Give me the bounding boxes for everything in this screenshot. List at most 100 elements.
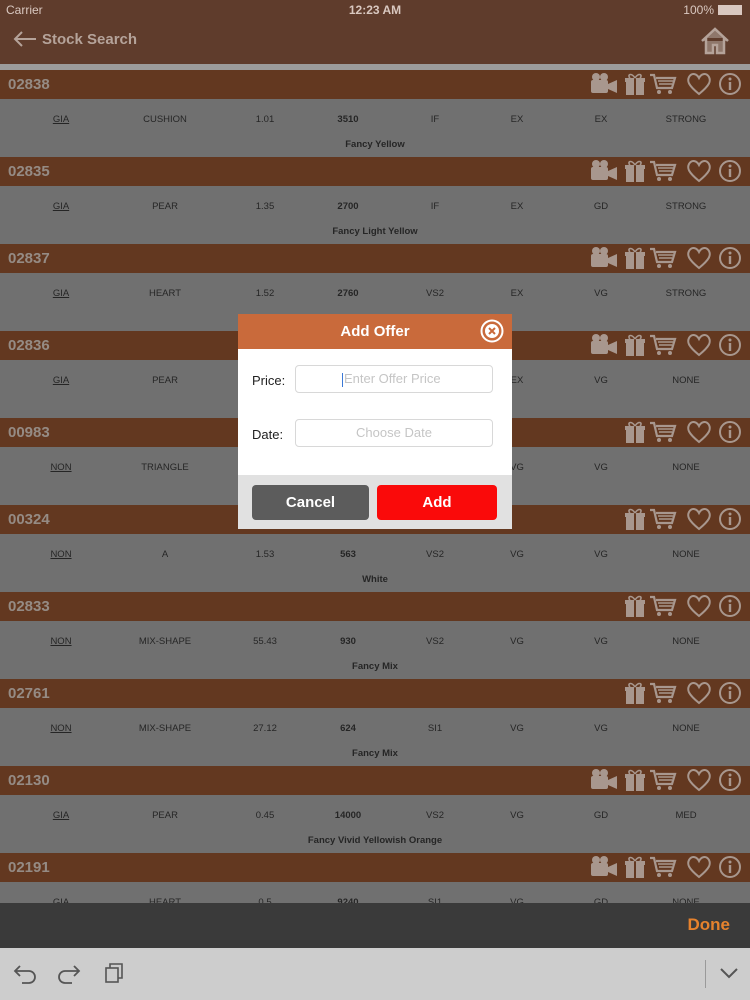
info-icon[interactable] xyxy=(718,507,742,536)
heart-icon[interactable] xyxy=(686,507,712,536)
stock-lab[interactable]: GIA xyxy=(53,201,69,212)
info-icon[interactable] xyxy=(718,72,742,101)
stock-item-header: 02835 xyxy=(0,157,750,186)
stock-item[interactable]: 02761 NON MIX-SHAPE 27.12 624 SI1 VG VG NONE Fanc… xyxy=(0,679,750,766)
stock-fluor: NONE xyxy=(672,723,700,734)
stock-shape: HEART xyxy=(148,288,182,299)
video-camera-icon[interactable] xyxy=(590,855,618,884)
cart-icon[interactable] xyxy=(649,159,677,188)
gift-icon[interactable] xyxy=(624,507,646,536)
info-icon[interactable] xyxy=(718,768,742,797)
gift-icon[interactable] xyxy=(624,855,646,884)
stock-carat: 55.43 xyxy=(253,636,277,647)
dismiss-keyboard-button[interactable] xyxy=(718,962,740,989)
info-icon[interactable] xyxy=(718,246,742,275)
gift-icon[interactable] xyxy=(624,420,646,449)
add-button[interactable]: Add xyxy=(377,485,497,520)
gift-icon[interactable] xyxy=(624,681,646,710)
stock-color: Fancy Yellow xyxy=(345,139,405,150)
cart-icon[interactable] xyxy=(649,333,677,362)
stock-lab[interactable]: NON xyxy=(50,636,71,647)
stock-item[interactable]: 02833 NON MIX-SHAPE 55.43 930 VS2 VG VG NONE Fanc… xyxy=(0,592,750,679)
cart-icon[interactable] xyxy=(649,507,677,536)
stock-fluor: STRONG xyxy=(665,201,707,212)
info-icon[interactable] xyxy=(718,159,742,188)
back-button[interactable]: Stock Search xyxy=(12,30,137,48)
stock-lab[interactable]: GIA xyxy=(53,810,69,821)
heart-icon[interactable] xyxy=(686,855,712,884)
stock-item-header: 02837 xyxy=(0,244,750,273)
price-input[interactable]: Enter Offer Price xyxy=(295,365,493,393)
stock-clarity: VS2 xyxy=(426,636,444,647)
stock-lab[interactable]: GIA xyxy=(53,114,69,125)
paste-button[interactable] xyxy=(104,962,126,989)
stock-clarity: VS2 xyxy=(426,549,444,560)
redo-button[interactable] xyxy=(56,962,82,989)
gift-icon[interactable] xyxy=(624,594,646,623)
stock-id: 02130 xyxy=(8,772,50,789)
gift-icon[interactable] xyxy=(624,159,646,188)
video-camera-icon[interactable] xyxy=(590,72,618,101)
stock-price: 14000 xyxy=(334,810,362,821)
gift-icon[interactable] xyxy=(624,768,646,797)
cart-icon[interactable] xyxy=(649,681,677,710)
stock-lab[interactable]: GIA xyxy=(53,288,69,299)
cart-icon[interactable] xyxy=(649,72,677,101)
cart-icon[interactable] xyxy=(649,246,677,275)
gift-icon[interactable] xyxy=(624,246,646,275)
stock-lab[interactable]: NON xyxy=(50,462,71,473)
stock-fluor: NONE xyxy=(672,375,700,386)
stock-polish: VG xyxy=(594,549,608,560)
video-camera-icon[interactable] xyxy=(590,333,618,362)
stock-item[interactable]: 02130 GIA PEAR 0.45 14000 VS2 VG GD MED Fancy Viv… xyxy=(0,766,750,853)
stock-price: 2760 xyxy=(337,288,359,299)
close-button[interactable] xyxy=(480,319,504,348)
stock-cut: EX xyxy=(510,201,524,212)
info-icon[interactable] xyxy=(718,420,742,449)
redo-icon xyxy=(58,965,81,984)
heart-icon[interactable] xyxy=(686,420,712,449)
stock-cut: VG xyxy=(510,462,524,473)
info-icon[interactable] xyxy=(718,333,742,362)
stock-item[interactable]: 02835 GIA PEAR 1.35 2700 IF EX GD STRONG Fancy Li… xyxy=(0,157,750,244)
stock-shape: MIX-SHAPE xyxy=(138,723,192,734)
stock-lab[interactable]: NON xyxy=(50,723,71,734)
stock-item-header: 02838 xyxy=(0,70,750,99)
stock-carat: 1.52 xyxy=(255,288,275,299)
stock-cut: VG xyxy=(510,723,524,734)
info-icon[interactable] xyxy=(718,855,742,884)
cart-icon[interactable] xyxy=(649,594,677,623)
heart-icon[interactable] xyxy=(686,333,712,362)
stock-cut: EX xyxy=(510,288,524,299)
heart-icon[interactable] xyxy=(686,72,712,101)
stock-polish: VG xyxy=(594,723,608,734)
video-camera-icon[interactable] xyxy=(590,159,618,188)
cart-icon[interactable] xyxy=(649,420,677,449)
heart-icon[interactable] xyxy=(686,681,712,710)
home-button[interactable] xyxy=(700,26,730,61)
stock-lab[interactable]: GIA xyxy=(53,375,69,386)
stock-item[interactable]: 02838 GIA CUSHION 1.01 3510 IF EX EX STRONG Fancy… xyxy=(0,70,750,157)
heart-icon[interactable] xyxy=(686,768,712,797)
heart-icon[interactable] xyxy=(686,159,712,188)
gift-icon[interactable] xyxy=(624,72,646,101)
video-camera-icon[interactable] xyxy=(590,768,618,797)
battery-icon xyxy=(718,5,742,15)
undo-button[interactable] xyxy=(12,962,38,989)
cancel-button[interactable]: Cancel xyxy=(252,485,369,520)
date-input[interactable]: Choose Date xyxy=(295,419,493,447)
home-icon xyxy=(701,27,729,55)
heart-icon[interactable] xyxy=(686,246,712,275)
cart-icon[interactable] xyxy=(649,768,677,797)
paste-icon xyxy=(105,963,123,983)
cart-icon[interactable] xyxy=(649,855,677,884)
stock-shape: CUSHION xyxy=(143,114,187,125)
done-button[interactable]: Done xyxy=(688,915,731,935)
stock-lab[interactable]: NON xyxy=(50,549,71,560)
video-camera-icon[interactable] xyxy=(590,246,618,275)
heart-icon[interactable] xyxy=(686,594,712,623)
info-icon[interactable] xyxy=(718,681,742,710)
stock-color: Fancy Vivid Yellowish Orange xyxy=(307,835,443,846)
info-icon[interactable] xyxy=(718,594,742,623)
gift-icon[interactable] xyxy=(624,333,646,362)
